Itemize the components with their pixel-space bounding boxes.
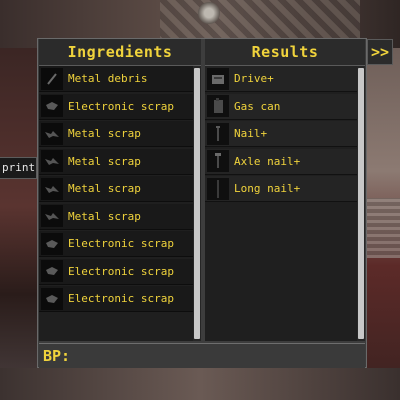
result-slot[interactable]: Axle nail+ — [205, 148, 357, 175]
ingredients-column: Ingredients Metal debris Electronic scra… — [39, 39, 201, 341]
gas-can-icon — [207, 95, 229, 117]
axle-nail-icon — [207, 150, 229, 172]
result-name: Long nail+ — [234, 182, 301, 195]
ingredients-scroll-thumb[interactable] — [194, 68, 200, 339]
result-name: Axle nail+ — [234, 154, 301, 168]
scene-left — [0, 48, 40, 400]
electronic-scrap-icon — [41, 232, 63, 255]
scene-bottom — [0, 368, 400, 400]
metal-scrap-icon — [41, 177, 63, 200]
ingredient-name: Metal scrap — [68, 182, 141, 195]
ingredient-slot[interactable]: Metal scrap — [39, 203, 193, 230]
ingredient-name: Metal scrap — [68, 209, 141, 223]
ingredients-scrollbar[interactable] — [193, 66, 201, 341]
metal-scrap-icon — [41, 205, 63, 227]
ingredient-name: Electronic scrap — [68, 237, 174, 250]
result-name: Drive+ — [234, 72, 274, 85]
ingredient-name: Electronic scrap — [68, 99, 174, 113]
ingredient-name: Metal scrap — [68, 154, 141, 168]
blueprint-bar: BP: — [39, 343, 365, 368]
ingredient-slot[interactable]: Metal scrap — [39, 121, 193, 147]
ingredient-slot[interactable]: Metal debris — [39, 66, 193, 92]
metal-scrap-icon — [41, 150, 63, 172]
ingredient-slot[interactable]: Electronic scrap — [39, 93, 193, 120]
results-scroll-thumb[interactable] — [358, 68, 364, 339]
drive-icon — [207, 67, 229, 90]
result-slot[interactable]: Drive+ — [205, 66, 357, 92]
electronic-scrap-icon — [41, 287, 63, 310]
crafting-panel: Ingredients Metal debris Electronic scra… — [37, 38, 393, 368]
ingredient-slot[interactable]: Electronic scrap — [39, 286, 193, 312]
metal-debris-icon — [41, 67, 63, 90]
next-page-button[interactable]: >> — [367, 39, 393, 65]
ingredient-slot[interactable]: Metal scrap — [39, 176, 193, 202]
long-nail-icon — [207, 177, 229, 200]
ingredients-list: Metal debris Electronic scrap Metal scra… — [39, 66, 193, 314]
ingredients-header: Ingredients — [39, 39, 201, 66]
ingredient-slot[interactable]: Electronic scrap — [39, 231, 193, 257]
result-name: Nail+ — [234, 127, 268, 140]
results-header: Results — [205, 39, 365, 66]
results-scrollbar[interactable] — [357, 66, 365, 341]
ingredient-name: Electronic scrap — [68, 264, 174, 278]
ingredient-slot[interactable]: Metal scrap — [39, 148, 193, 175]
ingredient-slot[interactable]: Electronic scrap — [39, 258, 193, 285]
result-name: Gas can — [234, 99, 281, 113]
ingredient-name: Metal debris — [68, 72, 148, 85]
bp-label: BP: — [43, 347, 71, 365]
result-slot[interactable]: Gas can — [205, 93, 357, 120]
scene-right — [366, 48, 400, 400]
result-slot[interactable]: Nail+ — [205, 121, 357, 147]
results-column: Results Drive+ Gas can Nail+ Axle nail+ … — [205, 39, 365, 341]
lamp-icon — [198, 2, 220, 24]
metal-scrap-icon — [41, 122, 63, 145]
ingredient-name: Metal scrap — [68, 127, 141, 140]
blueprint-tooltip: print — [0, 157, 37, 179]
nail-icon — [207, 122, 229, 145]
results-list: Drive+ Gas can Nail+ Axle nail+ Long nai… — [205, 66, 357, 204]
ingredient-name: Electronic scrap — [68, 292, 174, 305]
result-slot[interactable]: Long nail+ — [205, 176, 357, 202]
electronic-scrap-icon — [41, 95, 63, 117]
electronic-scrap-icon — [41, 260, 63, 282]
